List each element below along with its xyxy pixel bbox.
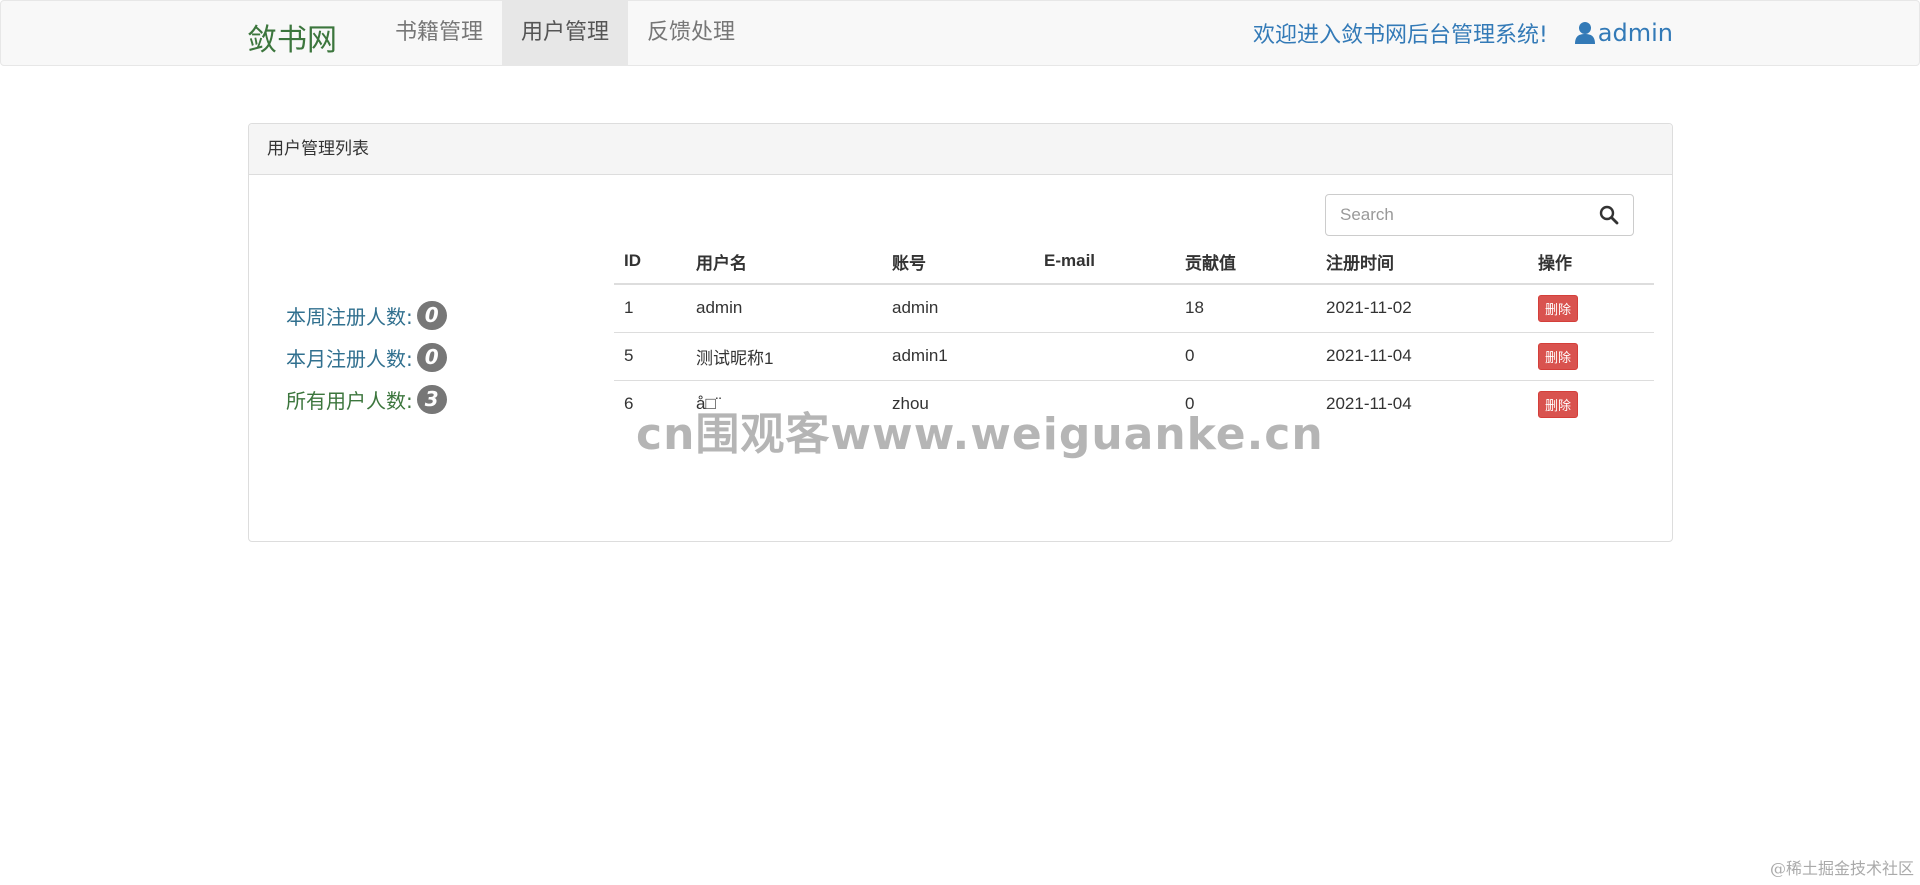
cell-username: admin — [686, 284, 882, 333]
stat-label: 本月注册人数: — [286, 346, 413, 371]
cell-action: 删除 — [1528, 380, 1654, 428]
cell-contribution: 18 — [1175, 284, 1316, 333]
delete-button[interactable]: 删除 — [1538, 390, 1579, 418]
search-input[interactable] — [1340, 205, 1599, 225]
panel-title: 用户管理列表 — [249, 124, 1672, 175]
user-stats: 本周注册人数: 0 本月注册人数: 0 所有用户人数: 3 — [286, 294, 447, 420]
cell-registered: 2021-11-04 — [1326, 394, 1412, 414]
user-list-panel: 用户管理列表 本周注册人数: 0 本月注册人数: 0 所有用户人数: 3 ID … — [248, 123, 1673, 542]
nav-right: 欢迎进入敛书网后台管理系统! admin — [1253, 1, 1673, 65]
brand-logo[interactable]: 敛书网 — [247, 15, 337, 59]
user-icon — [1574, 22, 1595, 44]
nav-item-book-management[interactable]: 书籍管理 — [376, 1, 502, 65]
stat-total-users: 所有用户人数: 3 — [286, 378, 447, 420]
table-row: 5 测试昵称1 admin1 0 2021-11-04 删除 — [614, 332, 1654, 381]
user-menu-link[interactable]: admin — [1574, 19, 1673, 47]
cell-id: 5 — [614, 332, 686, 381]
col-account: 账号 — [882, 239, 1034, 285]
delete-button[interactable]: 删除 — [1538, 342, 1579, 370]
cell-id: 1 — [614, 284, 686, 333]
col-email: E-mail — [1034, 239, 1175, 285]
cell-action: 删除 — [1528, 284, 1654, 333]
cell-action: 删除 — [1528, 332, 1654, 381]
stat-badge: 0 — [416, 300, 447, 330]
nav-item-feedback[interactable]: 反馈处理 — [628, 1, 754, 65]
table-row: 1 admin admin 18 2021-11-02 删除 — [614, 284, 1654, 333]
table-header-row: ID 用户名 账号 E-mail 贡献值 注册时间 操作 — [614, 239, 1654, 285]
stat-badge: 3 — [416, 384, 447, 414]
cell-contribution: 0 — [1175, 332, 1316, 381]
watermark-overlay: cn围观客www.weiguanke.cn — [636, 409, 1324, 460]
username-label: admin — [1597, 19, 1673, 47]
search-icon[interactable] — [1599, 205, 1619, 225]
search-box — [1325, 194, 1634, 236]
cell-registered: 2021-11-04 — [1316, 332, 1528, 381]
corner-watermark: @稀土掘金技术社区 — [1769, 859, 1914, 878]
stat-badge: 0 — [416, 342, 447, 372]
nav-item-user-management[interactable]: 用户管理 — [502, 1, 629, 65]
main-nav: 书籍管理 用户管理 反馈处理 — [376, 1, 754, 65]
delete-button[interactable]: 删除 — [1538, 294, 1579, 322]
col-action: 操作 — [1528, 239, 1654, 285]
cell-username: 测试昵称1 — [686, 332, 882, 381]
top-navbar: 敛书网 书籍管理 用户管理 反馈处理 欢迎进入敛书网后台管理系统! admin — [0, 0, 1920, 66]
welcome-text: 欢迎进入敛书网后台管理系统! — [1252, 23, 1548, 48]
col-registered: 注册时间 — [1316, 239, 1528, 285]
cell-account: admin — [882, 284, 1034, 333]
cell-email — [1034, 332, 1175, 381]
stat-label: 本周注册人数: — [286, 304, 413, 329]
cell-registered: 2021-11-02 — [1316, 284, 1528, 333]
stat-weekly-registrations: 本周注册人数: 0 — [286, 294, 447, 336]
col-username: 用户名 — [686, 239, 882, 285]
col-contribution: 贡献值 — [1175, 239, 1316, 285]
stat-monthly-registrations: 本月注册人数: 0 — [286, 336, 447, 378]
cell-account: admin1 — [882, 332, 1034, 381]
col-id: ID — [614, 239, 686, 285]
cell-email — [1034, 284, 1175, 333]
stat-label: 所有用户人数: — [286, 388, 413, 413]
